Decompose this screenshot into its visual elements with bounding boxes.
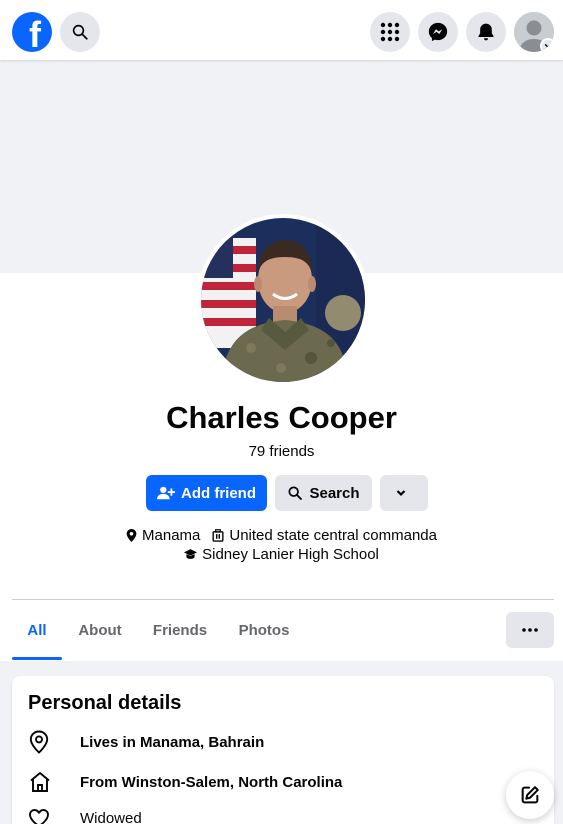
tab-about[interactable]: About: [70, 600, 130, 660]
tab-all[interactable]: All: [12, 600, 62, 660]
profile-photo-image: [201, 218, 365, 382]
detail-text: Lives in Manama, Bahrain: [80, 733, 265, 751]
work-text: United state central commanda: [229, 526, 437, 544]
add-friend-button[interactable]: Add friend: [146, 475, 267, 511]
search-button[interactable]: [60, 12, 100, 52]
top-navigation-bar: f: [0, 0, 563, 60]
tab-label: About: [78, 621, 122, 639]
detail-text: Widowed: [80, 809, 142, 824]
tab-label: All: [27, 621, 47, 639]
notifications-icon: [478, 23, 494, 41]
work-info: United state central commanda: [212, 527, 437, 544]
profile-photo: [201, 218, 365, 382]
search-profile-label: Search: [309, 484, 360, 502]
facebook-logo-letter: f: [29, 14, 41, 53]
ellipsis-icon: [522, 628, 538, 632]
tab-friends[interactable]: Friends: [144, 600, 216, 660]
more-actions-button[interactable]: [380, 475, 428, 511]
location-text: Manama: [142, 526, 201, 544]
home-icon: [28, 770, 68, 794]
location-pin-icon: [28, 730, 68, 754]
location-pin-icon: [126, 528, 137, 542]
friends-count-link[interactable]: 79 friends: [0, 443, 563, 460]
briefcase-icon: [212, 528, 224, 542]
facebook-logo[interactable]: f: [12, 12, 52, 52]
detail-row-relationship: Widowed: [28, 808, 142, 824]
search-icon: [288, 486, 303, 500]
menu-grid-icon: [380, 22, 400, 42]
search-profile-button[interactable]: Search: [275, 475, 372, 511]
school-text: Sidney Lanier High School: [202, 545, 379, 563]
account-avatar-button[interactable]: [514, 12, 554, 52]
messenger-icon: [428, 22, 448, 42]
personal-details-card: Personal details Lives in Manama, Bahrai…: [12, 676, 554, 824]
intro-info-line-2: Sidney Lanier High School: [0, 544, 563, 564]
add-friend-label: Add friend: [181, 484, 256, 502]
compose-icon: [521, 786, 539, 804]
personal-details-title: Personal details: [28, 692, 182, 714]
chevron-down-icon: [396, 490, 406, 497]
profile-name: Charles Cooper: [166, 400, 397, 435]
account-chevron: [540, 38, 554, 52]
detail-row-from: From Winston-Salem, North Carolina: [28, 770, 342, 794]
profile-picture[interactable]: [197, 214, 369, 386]
add-friend-icon: [157, 486, 175, 500]
tab-photos[interactable]: Photos: [230, 600, 298, 660]
menu-button[interactable]: [370, 12, 410, 52]
notifications-button[interactable]: [466, 12, 506, 52]
compose-message-button[interactable]: [506, 771, 554, 819]
graduation-cap-icon: [184, 549, 198, 559]
search-icon: [72, 24, 88, 40]
detail-row-lives-in: Lives in Manama, Bahrain: [28, 730, 264, 754]
school-info: Sidney Lanier High School: [184, 546, 379, 563]
heart-icon: [28, 808, 68, 824]
tabs-more-button[interactable]: [506, 612, 554, 648]
intro-info-line-1: Manama United state central commanda: [0, 525, 563, 545]
chevron-down-icon: [544, 43, 552, 49]
tab-label: Photos: [238, 621, 290, 639]
tab-label: Friends: [152, 621, 208, 639]
location-info: Manama: [126, 527, 200, 544]
messenger-button[interactable]: [418, 12, 458, 52]
detail-text: From Winston-Salem, North Carolina: [80, 773, 343, 791]
